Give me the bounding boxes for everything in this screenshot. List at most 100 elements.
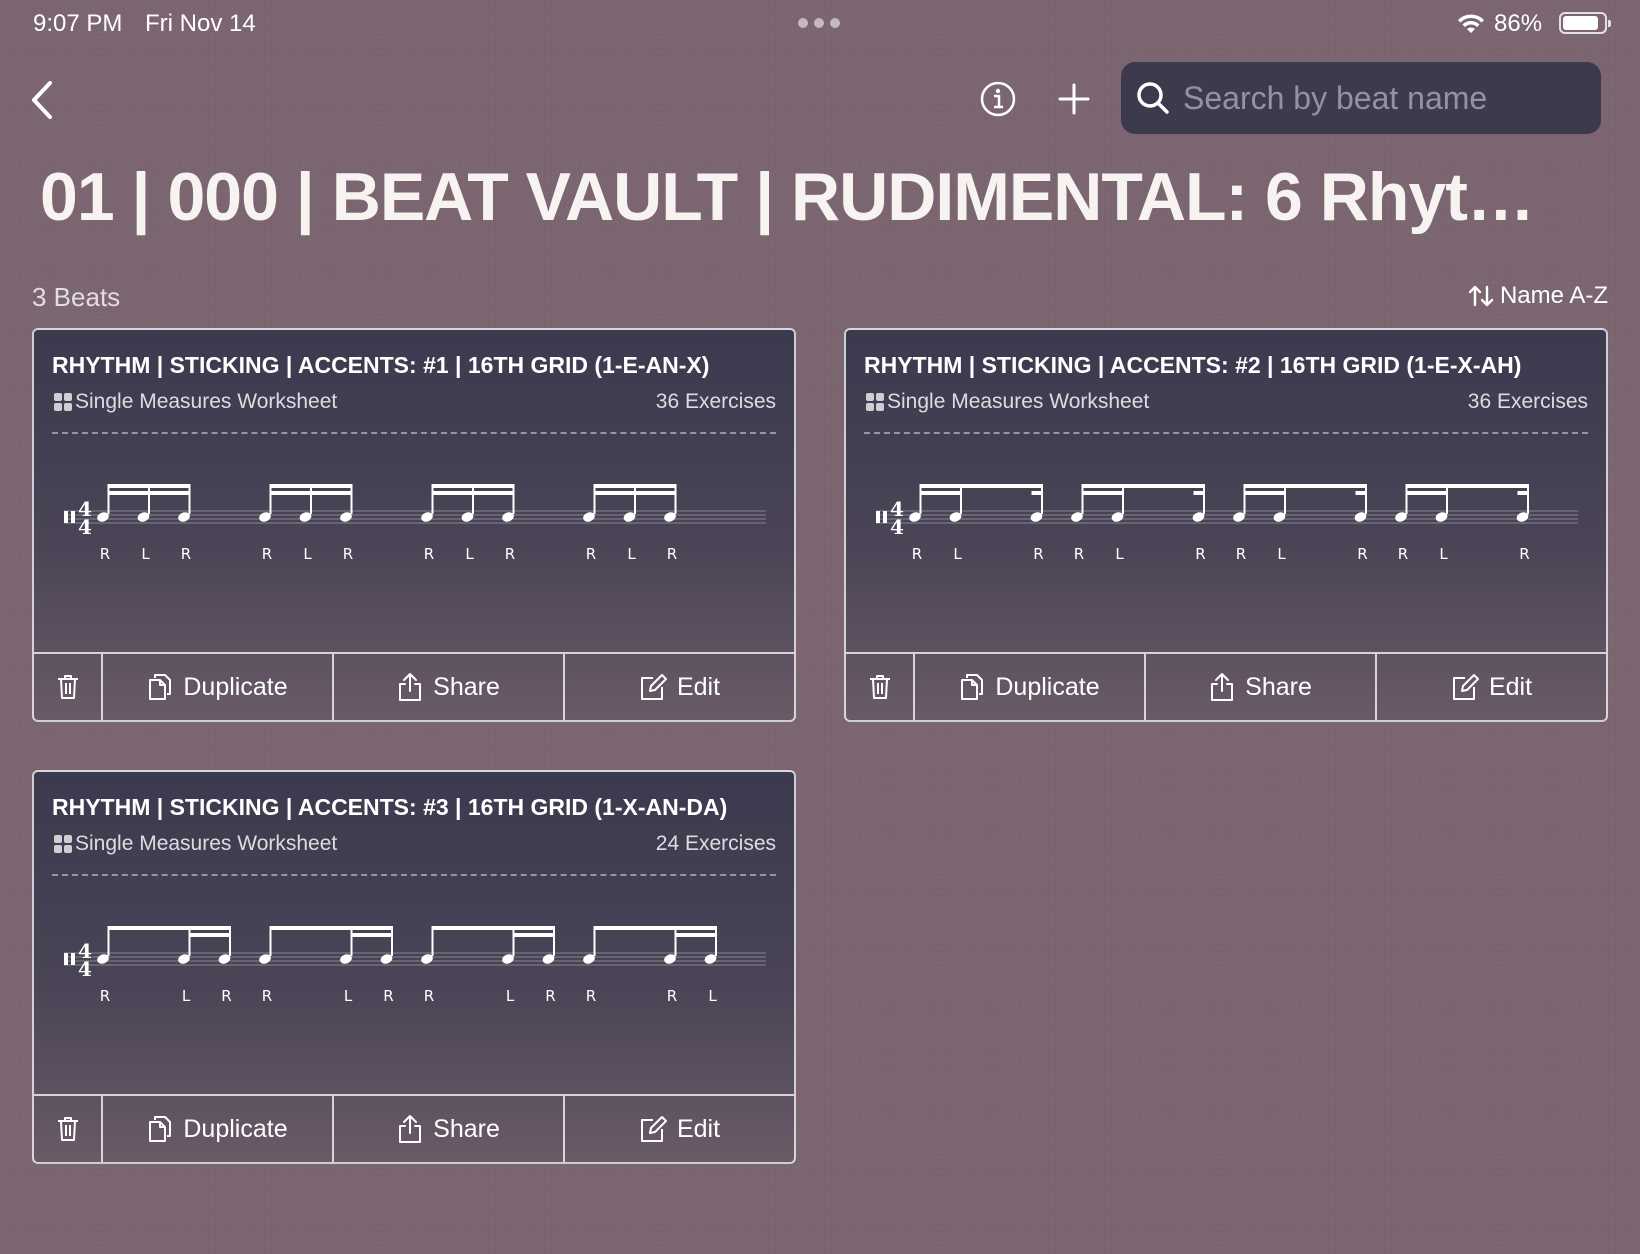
sticking-label: R: [424, 545, 434, 563]
time-signature-bottom: 4: [890, 515, 904, 539]
note-beam: [920, 491, 962, 495]
note-beam: [108, 926, 231, 930]
card-type-label: Single Measures Worksheet: [75, 390, 338, 413]
share-label: Share: [433, 1114, 500, 1143]
sticking-label: R: [383, 987, 393, 1005]
sticking-label: L: [344, 987, 353, 1005]
duplicate-button[interactable]: Duplicate: [101, 1096, 332, 1162]
delete-button[interactable]: [846, 654, 913, 720]
sticking-label: L: [182, 987, 191, 1005]
card-title: RHYTHM | STICKING | ACCENTS: #3 | 16TH G…: [52, 794, 728, 820]
note-beam: [1355, 491, 1366, 495]
note-beam: [1082, 491, 1124, 495]
edit-button[interactable]: Edit: [1375, 654, 1606, 720]
note-beam: [1406, 491, 1448, 495]
percussion-clef-icon: [64, 511, 68, 523]
duplicate-button[interactable]: Duplicate: [101, 654, 332, 720]
sticking-label: R: [1074, 545, 1084, 563]
note-beam: [513, 933, 555, 937]
grid-icon: [54, 835, 72, 853]
grid-icon: [866, 393, 884, 411]
percussion-clef-icon: [71, 953, 75, 965]
note-beam: [432, 484, 515, 488]
duplicate-icon: [961, 674, 984, 700]
edit-icon: [640, 674, 667, 700]
sticking-label: R: [181, 545, 191, 563]
multitasking-dots-icon[interactable]: [798, 18, 840, 28]
note-beam: [270, 926, 393, 930]
sticking-label: R: [1236, 545, 1246, 563]
back-button[interactable]: [22, 76, 62, 124]
note-beam: [108, 484, 191, 488]
note-beam: [270, 484, 353, 488]
sticking-label: R: [221, 987, 231, 1005]
card-actions: Duplicate Share Edit: [34, 652, 794, 720]
sticking-label: L: [465, 545, 474, 563]
note-beam: [1193, 491, 1204, 495]
sticking-label: R: [545, 987, 555, 1005]
card-actions: Duplicate Share Edit: [34, 1094, 794, 1162]
status-time: 9:07 PM: [33, 10, 123, 37]
status-bar: 9:07 PM Fri Nov 14 86%: [0, 0, 1640, 48]
search-input[interactable]: [1183, 79, 1583, 117]
trash-icon: [57, 675, 78, 699]
sticking-label: R: [667, 987, 677, 1005]
note-beam: [594, 484, 677, 488]
battery-icon: [1559, 12, 1611, 34]
add-button[interactable]: [1054, 79, 1094, 119]
duplicate-icon: [149, 1116, 172, 1142]
sort-button[interactable]: Name A-Z: [1468, 282, 1608, 310]
delete-button[interactable]: [34, 654, 101, 720]
share-button[interactable]: Share: [332, 654, 563, 720]
share-button[interactable]: Share: [1144, 654, 1375, 720]
sticking-label: R: [1195, 545, 1205, 563]
card-divider: [52, 874, 776, 876]
duplicate-button[interactable]: Duplicate: [913, 654, 1144, 720]
beat-card[interactable]: RHYTHM | STICKING | ACCENTS: #3 | 16TH G…: [32, 770, 796, 1164]
duplicate-label: Duplicate: [183, 672, 288, 701]
note-beam: [148, 491, 191, 495]
percussion-clef-icon: [71, 511, 75, 523]
card-title: RHYTHM | STICKING | ACCENTS: #2 | 16TH G…: [864, 352, 1522, 378]
share-label: Share: [433, 672, 500, 701]
edit-label: Edit: [676, 1114, 721, 1143]
note-beam: [270, 491, 312, 495]
sticking-label: L: [1277, 545, 1286, 563]
card-divider: [864, 432, 1588, 434]
share-icon: [1211, 673, 1234, 701]
share-label: Share: [1245, 672, 1312, 701]
duplicate-icon: [149, 674, 172, 700]
card-type: Single Measures Worksheet: [54, 832, 337, 856]
note-beam: [472, 491, 515, 495]
beat-card[interactable]: RHYTHM | STICKING | ACCENTS: #2 | 16TH G…: [844, 328, 1608, 722]
note-beam: [1031, 491, 1042, 495]
beat-card[interactable]: RHYTHM | STICKING | ACCENTS: #1 | 16TH G…: [32, 328, 796, 722]
card-type: Single Measures Worksheet: [866, 390, 1149, 414]
chevron-left-icon: [32, 81, 52, 119]
sticking-label: R: [667, 545, 677, 563]
status-date: Fri Nov 14: [145, 10, 256, 37]
card-divider: [52, 432, 776, 434]
edit-button[interactable]: Edit: [563, 654, 794, 720]
card-type-label: Single Measures Worksheet: [887, 390, 1150, 413]
note-beam: [108, 491, 150, 495]
share-button[interactable]: Share: [332, 1096, 563, 1162]
note-beam: [1406, 484, 1529, 488]
note-beam: [432, 491, 474, 495]
sticking-label: L: [708, 987, 717, 1005]
percussion-clef-icon: [883, 511, 887, 523]
edit-button[interactable]: Edit: [563, 1096, 794, 1162]
note-beam: [634, 491, 677, 495]
sticking-label: R: [262, 545, 272, 563]
rhythm-notation: 44R L R R L R R L R R R L: [64, 926, 766, 1005]
sort-label: Name A-Z: [1499, 282, 1608, 309]
sticking-label: L: [1115, 545, 1124, 563]
note-beam: [1244, 484, 1367, 488]
sticking-label: R: [100, 545, 110, 563]
delete-button[interactable]: [34, 1096, 101, 1162]
sticking-label: R: [1398, 545, 1408, 563]
info-button[interactable]: [978, 79, 1018, 119]
search-bar[interactable]: [1121, 62, 1601, 134]
card-title: RHYTHM | STICKING | ACCENTS: #1 | 16TH G…: [52, 352, 710, 378]
note-beam: [1517, 491, 1528, 495]
